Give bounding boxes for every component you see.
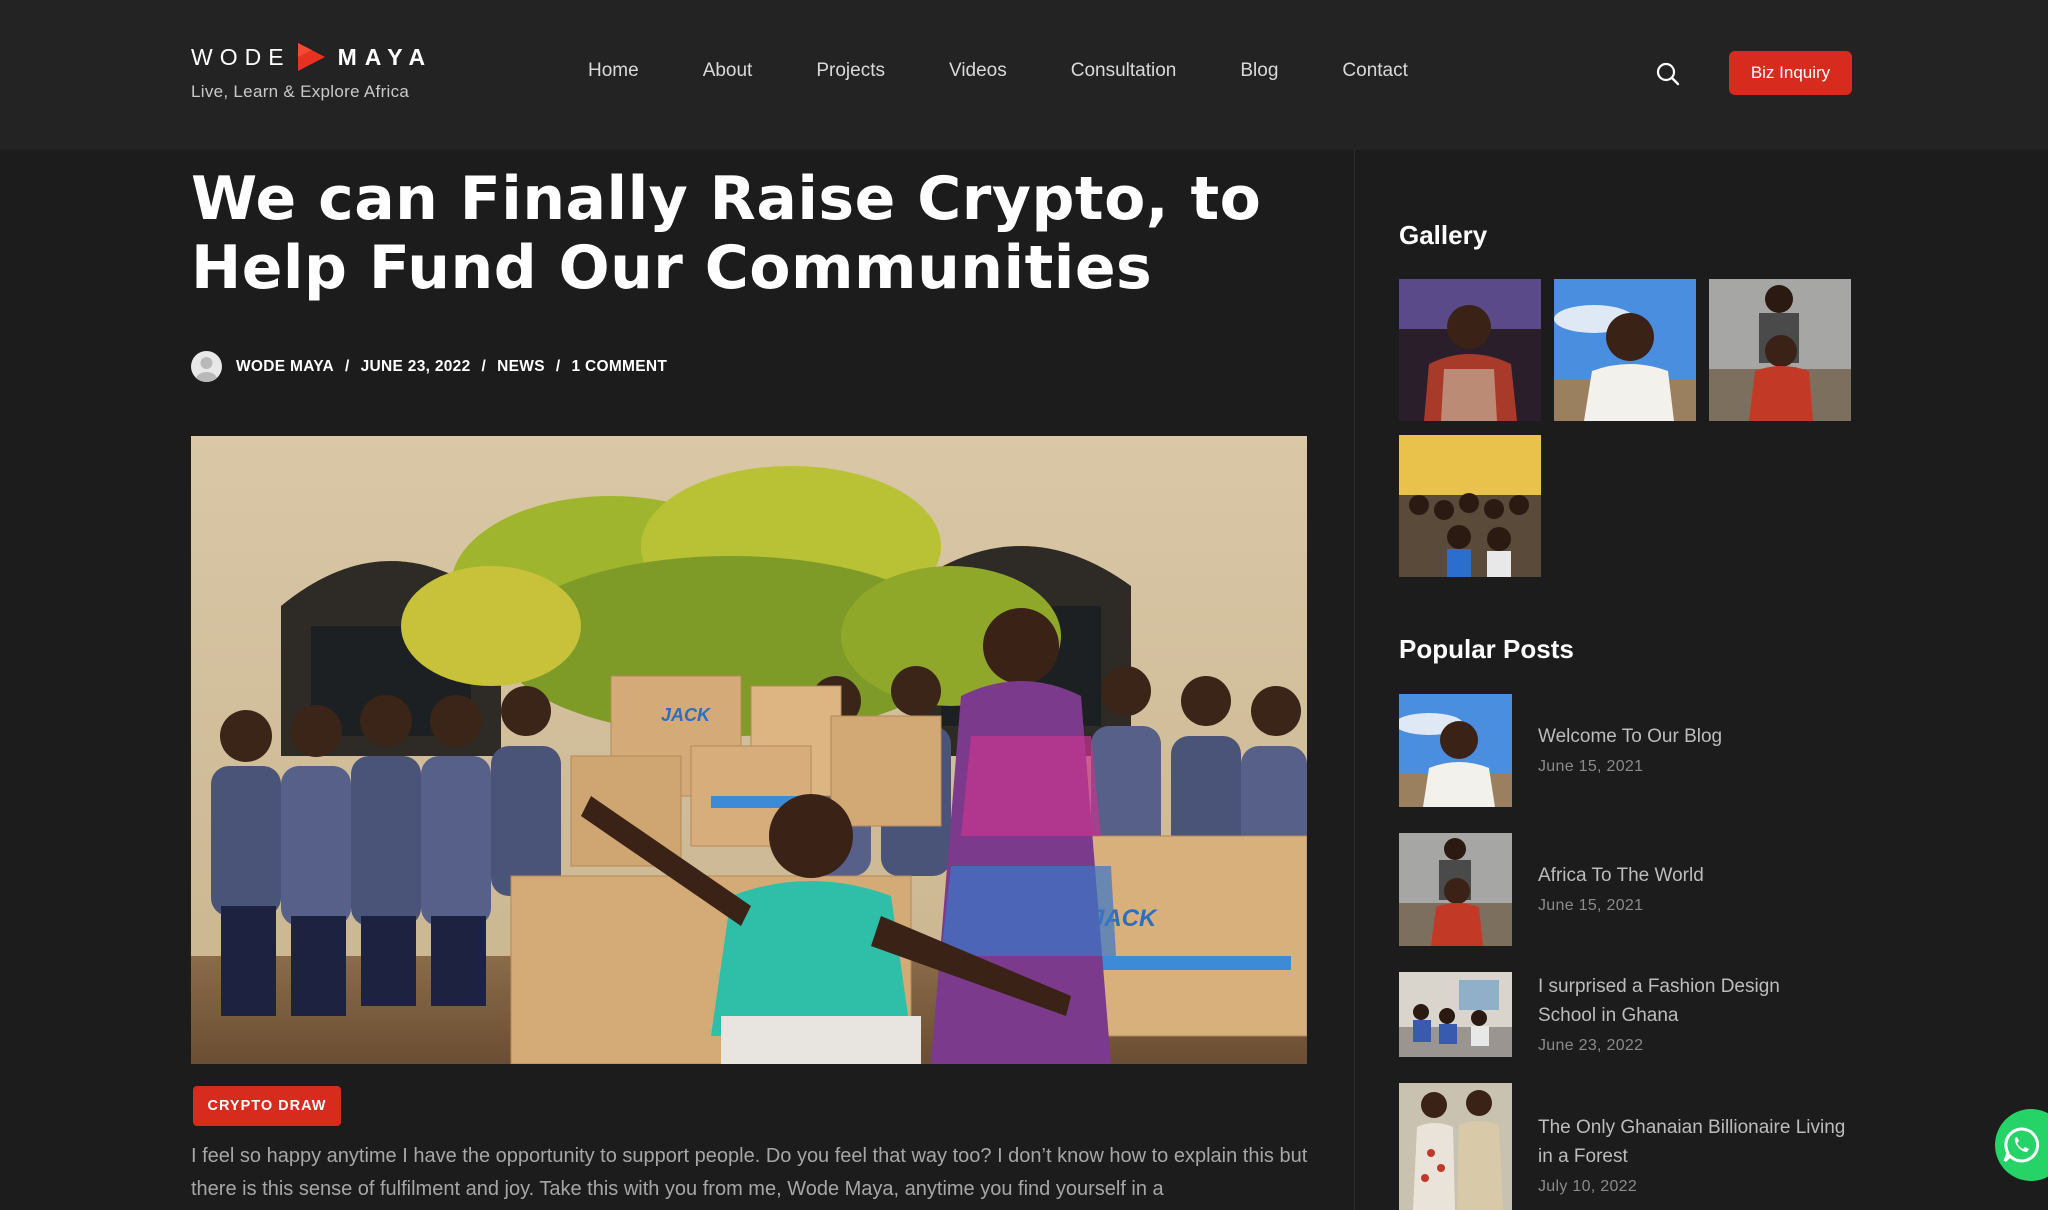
popular-post-item[interactable]: Africa To The World June 15, 2021	[1399, 833, 1859, 946]
gallery-thumb-2[interactable]	[1554, 279, 1696, 421]
post-thumb-photo	[1399, 694, 1512, 807]
gallery-photo	[1709, 279, 1851, 421]
search-icon	[1656, 62, 1680, 86]
logo-word-maya: MAYA	[337, 43, 434, 70]
gallery-heading: Gallery	[1399, 220, 1488, 250]
search-button[interactable]	[1655, 61, 1681, 87]
author-avatar[interactable]	[191, 351, 222, 382]
popular-post-thumb	[1399, 694, 1512, 807]
user-avatar-icon	[195, 357, 218, 382]
post-comments-link[interactable]: 1 COMMENT	[571, 358, 667, 376]
post-date-link[interactable]: JUNE 23, 2022	[361, 358, 471, 376]
logo-tagline: Live, Learn & Explore Africa	[191, 82, 410, 101]
popular-post-item[interactable]: I surprised a Fashion Design School in G…	[1399, 972, 1859, 1057]
popular-post-item[interactable]: The Only Ghanaian Billionaire Living in …	[1399, 1083, 1859, 1210]
whatsapp-icon	[2003, 1127, 2040, 1163]
post-category-link[interactable]: NEWS	[497, 358, 545, 376]
featured-photo: JACK JACK	[191, 436, 1307, 1064]
whatsapp-chat-button[interactable]	[1995, 1109, 2048, 1181]
meta-separator: /	[481, 357, 487, 375]
gallery-thumb-3[interactable]	[1709, 279, 1851, 421]
biz-inquiry-button[interactable]: Biz Inquiry	[1729, 51, 1852, 95]
nav-home[interactable]: Home	[588, 60, 639, 82]
popular-post-thumb	[1399, 972, 1512, 1057]
logo-word-wode: WODE	[191, 43, 291, 70]
post-thumb-photo	[1399, 833, 1512, 946]
popular-post-title[interactable]: The Only Ghanaian Billionaire Living in …	[1538, 1113, 1858, 1171]
nav-contact[interactable]: Contact	[1342, 60, 1407, 82]
nav-projects[interactable]: Projects	[816, 60, 885, 82]
column-divider	[1354, 150, 1355, 1210]
popular-post-date: July 10, 2022	[1538, 1178, 1638, 1195]
popular-post-item[interactable]: Welcome To Our Blog June 15, 2021	[1399, 694, 1859, 807]
main-nav: Home About Projects Videos Consultation …	[588, 60, 1472, 82]
gallery-photo	[1399, 435, 1541, 577]
popular-post-title[interactable]: Africa To The World	[1538, 861, 1704, 890]
svg-text:JACK: JACK	[661, 705, 712, 725]
gallery-thumb-1[interactable]	[1399, 279, 1541, 421]
meta-separator: /	[555, 357, 561, 375]
post-thumb-photo	[1399, 972, 1512, 1057]
popular-post-title[interactable]: Welcome To Our Blog	[1538, 722, 1722, 751]
site-header: WODE MAYA Live, Learn & Explore Africa H…	[0, 0, 2048, 150]
play-logo-icon	[297, 43, 325, 71]
popular-post-thumb	[1399, 1083, 1512, 1210]
popular-post-date: June 15, 2021	[1538, 758, 1644, 775]
popular-post-date: June 15, 2021	[1538, 897, 1644, 914]
popular-post-title[interactable]: I surprised a Fashion Design School in G…	[1538, 972, 1838, 1030]
gallery-photo	[1399, 279, 1541, 421]
post-title: We can Finally Raise Crypto, to Help Fun…	[191, 164, 1262, 303]
post-meta: WODE MAYA / JUNE 23, 2022 / NEWS / 1 COM…	[191, 351, 667, 382]
nav-consultation[interactable]: Consultation	[1071, 60, 1177, 82]
popular-posts-heading: Popular Posts	[1399, 634, 1574, 664]
popular-post-thumb	[1399, 833, 1512, 946]
popular-post-date: June 23, 2022	[1538, 1037, 1644, 1054]
nav-about[interactable]: About	[703, 60, 753, 82]
gallery-thumb-4[interactable]	[1399, 435, 1541, 577]
featured-image: JACK JACK	[191, 436, 1307, 1064]
post-thumb-photo	[1399, 1083, 1512, 1210]
site-logo[interactable]: WODE MAYA Live, Learn & Explore Africa	[191, 40, 433, 102]
nav-blog[interactable]: Blog	[1240, 60, 1278, 82]
meta-separator: /	[345, 357, 350, 375]
nav-videos[interactable]: Videos	[949, 60, 1007, 82]
gallery-photo	[1554, 279, 1696, 421]
post-author-link[interactable]: WODE MAYA	[236, 358, 334, 376]
post-tag-badge[interactable]: CRYPTO DRAW	[193, 1086, 341, 1126]
post-excerpt: I feel so happy anytime I have the oppor…	[191, 1145, 1308, 1200]
